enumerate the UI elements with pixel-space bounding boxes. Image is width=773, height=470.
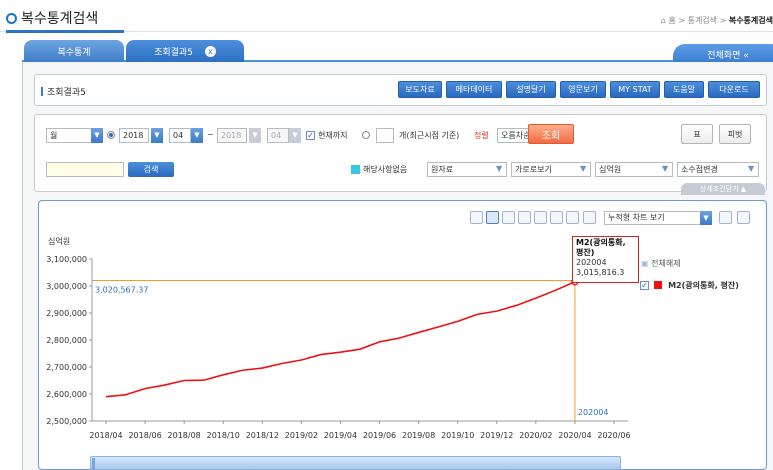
y-tick-label: 2,700,000 [46,363,87,372]
legend-color-swatch [653,281,662,289]
legend-item[interactable]: ✓ M2(광의통화, 평잔) [640,280,739,291]
x-tick-label: 2018/12 [246,431,279,440]
y-tick-label: 3,000,000 [46,282,87,291]
crosshair-y-label: 3,020,567.37 [95,285,148,294]
x-tick-label: 2018/04 [89,431,122,440]
x-tick-label: 2019/10 [441,431,474,440]
x-tick-label: 2019/12 [480,431,513,440]
x-tick-label: 2018/06 [128,431,161,440]
chart-range-scrollbar[interactable] [90,456,621,470]
x-tick-label: 2020/06 [597,431,630,440]
x-tick-label: 2019/04 [324,431,357,440]
y-tick-label: 2,600,000 [46,390,87,399]
scrollbar-handle[interactable] [92,458,95,470]
x-tick-label: 2018/08 [168,431,201,440]
x-tick-label: 2019/06 [363,431,396,440]
line-chart: 3,100,000 3,000,000 2,900,000 2,800,000 2,70… [46,255,630,440]
x-tick-label: 2020/04 [558,431,591,440]
y-tick-label: 2,900,000 [46,309,87,318]
x-tick-label: 2019/08 [402,431,435,440]
data-tooltip: M2(광의통화, 평잔) 202004 3,015,816.3 [572,236,639,283]
x-tick-label: 2020/02 [519,431,552,440]
crosshair-x-label: 202004 [578,408,609,417]
legend-select-all[interactable]: ▣ 전체해제 [641,258,681,269]
series-line [105,280,576,398]
legend-checkbox[interactable]: ✓ [640,281,649,290]
y-tick-label: 2,800,000 [46,336,87,345]
x-tick-label: 2019/02 [285,431,318,440]
y-tick-label: 3,100,000 [46,255,87,264]
legend-all-icon: ▣ [641,259,649,268]
y-tick-label: 2,500,000 [46,417,87,426]
x-tick-label: 2018/10 [207,431,240,440]
